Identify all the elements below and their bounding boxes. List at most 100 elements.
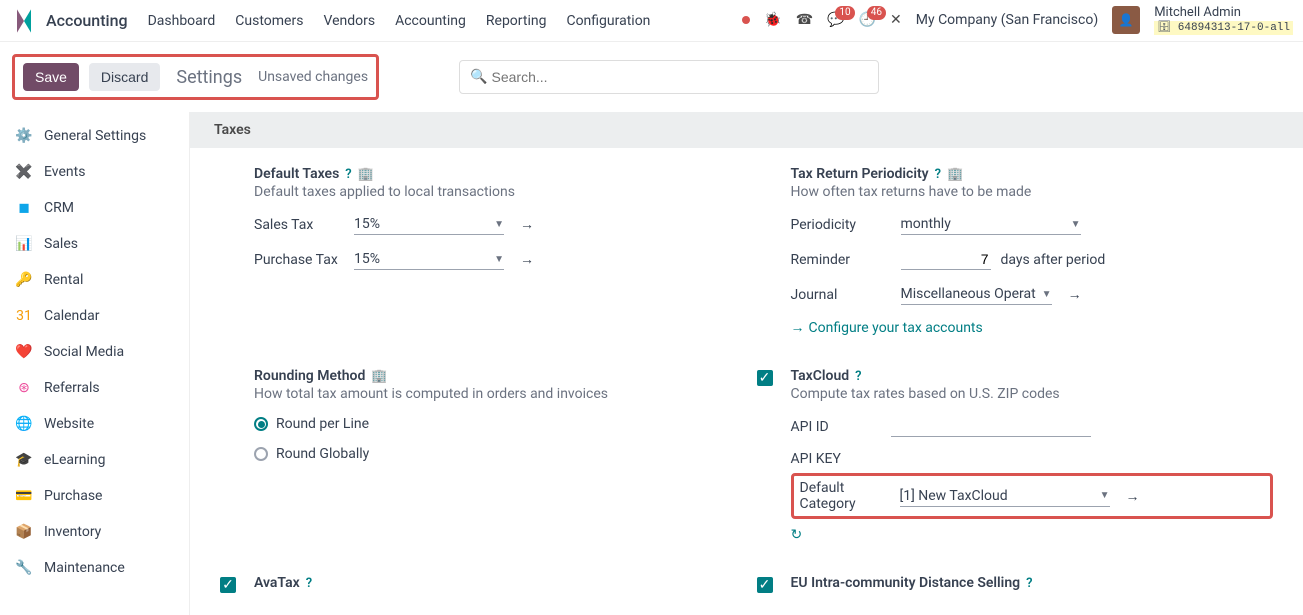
sync-icon[interactable]: ↻ xyxy=(791,527,803,543)
nav-configuration[interactable]: Configuration xyxy=(566,13,650,29)
help-icon[interactable]: ? xyxy=(345,167,351,182)
block-avatax: ✓ AvaTax ? xyxy=(220,575,737,593)
chevron-down-icon: ▼ xyxy=(1042,289,1052,300)
sidebar-item-inventory[interactable]: 📦Inventory xyxy=(0,514,189,550)
sidebar-item-crm[interactable]: ◼CRM xyxy=(0,190,189,226)
sidebar-item-social-media[interactable]: ❤️ Social Media xyxy=(0,334,189,370)
cp-left-highlight: Save Discard Settings Unsaved changes xyxy=(12,54,379,100)
user-db: 🗄 64894313-17-0-all xyxy=(1154,21,1293,35)
nav-customers[interactable]: Customers xyxy=(235,13,303,29)
help-icon[interactable]: ? xyxy=(1026,576,1032,591)
status-dot xyxy=(742,16,750,24)
sidebar-item-general-settings[interactable]: ⚙️General Settings xyxy=(0,118,189,154)
discard-button[interactable]: Discard xyxy=(89,63,160,91)
topbar: Accounting Dashboard Customers Vendors A… xyxy=(0,0,1303,42)
search-box[interactable]: 🔍 xyxy=(459,60,879,94)
rounding-title: Rounding Method xyxy=(254,368,365,384)
avatar[interactable]: 👤 xyxy=(1112,6,1140,34)
api-key-label: API KEY xyxy=(791,451,881,467)
periodicity-select[interactable]: monthly▼ xyxy=(901,214,1081,235)
sidebar-item-sales[interactable]: 📊 Sales xyxy=(0,226,189,262)
default-category-select[interactable]: [1] New TaxCloud▼ xyxy=(900,486,1110,507)
support-icon[interactable]: ☎ xyxy=(796,12,813,28)
sidebar-item-purchase[interactable]: 💳Purchase xyxy=(0,478,189,514)
chevron-down-icon: ▼ xyxy=(1071,219,1081,230)
sidebar-icon: ❤️ xyxy=(14,342,34,362)
company-icon: 🏢 xyxy=(358,167,374,182)
sidebar-icon: ✖️ xyxy=(14,162,34,182)
sidebar-icon: 31 xyxy=(14,306,34,326)
default-taxes-title: Default Taxes xyxy=(254,166,339,182)
nav-vendors[interactable]: Vendors xyxy=(323,13,375,29)
company-icon: 🏢 xyxy=(947,167,963,182)
avatax-checkbox[interactable]: ✓ xyxy=(220,577,236,593)
sidebar-icon: ⊛ xyxy=(14,378,34,398)
search-input[interactable] xyxy=(488,65,869,89)
external-link-icon[interactable]: → xyxy=(520,216,534,233)
save-button[interactable]: Save xyxy=(23,63,79,91)
user-meta: Mitchell Admin 🗄 64894313-17-0-all xyxy=(1154,6,1293,34)
sales-tax-select[interactable]: 15%▼ xyxy=(354,214,504,235)
eu-distance-checkbox[interactable]: ✓ xyxy=(757,577,773,593)
nav-dashboard[interactable]: Dashboard xyxy=(148,13,216,29)
purchase-tax-select[interactable]: 15%▼ xyxy=(354,249,504,270)
sidebar-label: Website xyxy=(44,416,94,432)
sidebar-item-elearning[interactable]: 🎓 eLearning xyxy=(0,442,189,478)
sidebar-item-referrals[interactable]: ⊛Referrals xyxy=(0,370,189,406)
sidebar-icon: 📊 xyxy=(14,234,34,254)
nav-accounting[interactable]: Accounting xyxy=(395,13,466,29)
tax-return-title: Tax Return Periodicity xyxy=(791,166,929,182)
taxcloud-checkbox[interactable]: ✓ xyxy=(757,370,773,386)
api-id-input[interactable] xyxy=(891,416,1091,437)
reminder-input[interactable] xyxy=(901,249,991,270)
round-per-line-radio[interactable]: Round per Line xyxy=(254,416,737,432)
settings-sidebar[interactable]: ⚙️General Settings ✖️ Events ◼CRM 📊 Sales 🔑Ren… xyxy=(0,112,190,615)
arrow-icon: → xyxy=(791,319,805,336)
help-icon[interactable]: ? xyxy=(855,369,861,384)
sidebar-item-events[interactable]: ✖️ Events xyxy=(0,154,189,190)
reminder-label: Reminder xyxy=(791,252,891,268)
sidebar-item-rental[interactable]: 🔑Rental xyxy=(0,262,189,298)
api-id-label: API ID xyxy=(791,419,881,435)
chevron-down-icon: ▼ xyxy=(494,254,504,265)
external-link-icon[interactable]: → xyxy=(1068,286,1082,303)
sidebar-label: eLearning xyxy=(44,452,105,468)
sidebar-icon: ◼ xyxy=(14,198,34,218)
block-default-taxes: Default Taxes ? 🏢 Default taxes applied … xyxy=(220,166,737,336)
sidebar-icon: 🔑 xyxy=(14,270,34,290)
nav-reporting[interactable]: Reporting xyxy=(486,13,547,29)
sidebar-icon: 🌐 xyxy=(14,414,34,434)
default-category-highlight: Default Category [1] New TaxCloud▼ → xyxy=(791,473,1274,519)
external-link-icon[interactable]: → xyxy=(520,251,534,268)
block-taxcloud: ✓ TaxCloud ? Compute tax rates based on … xyxy=(757,368,1274,543)
breadcrumb-title: Settings xyxy=(176,67,242,88)
sidebar-item-website[interactable]: 🌐 Website xyxy=(0,406,189,442)
sidebar-label: Social Media xyxy=(44,344,124,360)
sidebar-icon: 🎓 xyxy=(14,450,34,470)
debug-icon[interactable]: 🐞 xyxy=(764,12,781,28)
block-eu-distance: ✓ EU Intra-community Distance Selling ? xyxy=(757,575,1274,593)
messaging-icon[interactable]: 💬10 xyxy=(827,12,844,28)
configure-tax-accounts-link[interactable]: → Configure your tax accounts xyxy=(791,319,983,336)
round-globally-radio[interactable]: Round Globally xyxy=(254,446,737,462)
journal-select[interactable]: Miscellaneous Operat▼ xyxy=(901,284,1052,305)
sidebar-label: Events xyxy=(44,164,85,180)
default-category-label: Default Category xyxy=(800,480,890,512)
reminder-suffix: days after period xyxy=(1001,252,1106,268)
sidebar-item-maintenance[interactable]: 🔧Maintenance xyxy=(0,550,189,586)
chevron-down-icon: ▼ xyxy=(1100,490,1110,501)
app-name[interactable]: Accounting xyxy=(46,11,128,30)
sidebar-label: Sales xyxy=(44,236,78,252)
help-icon[interactable]: ? xyxy=(306,576,312,591)
help-icon[interactable]: ? xyxy=(935,167,941,182)
sidebar-label: Purchase xyxy=(44,488,102,504)
settings-main[interactable]: Taxes Default Taxes ? 🏢 Default taxes ap… xyxy=(190,112,1303,615)
external-link-icon[interactable]: → xyxy=(1126,488,1140,505)
activity-icon[interactable]: 🕘46 xyxy=(859,12,876,28)
sidebar-label: Maintenance xyxy=(44,560,125,576)
company-switcher[interactable]: My Company (San Francisco) xyxy=(916,12,1098,28)
sidebar-item-calendar[interactable]: 31Calendar xyxy=(0,298,189,334)
taxcloud-desc: Compute tax rates based on U.S. ZIP code… xyxy=(791,386,1274,402)
tools-icon[interactable]: ✕ xyxy=(890,12,902,28)
rounding-desc: How total tax amount is computed in orde… xyxy=(254,386,737,402)
